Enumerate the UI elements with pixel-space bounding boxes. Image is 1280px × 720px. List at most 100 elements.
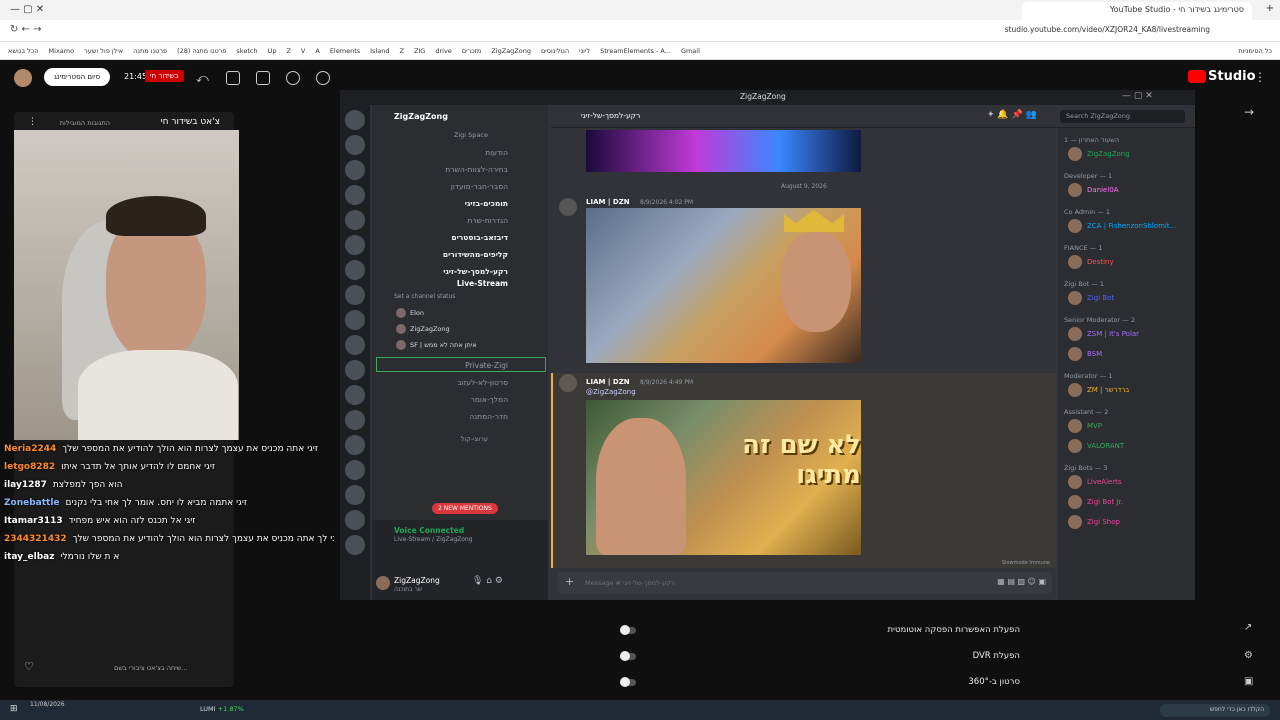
bookmark-item[interactable]: ליוני	[579, 47, 590, 55]
avatar[interactable]	[1068, 327, 1082, 341]
toggle[interactable]	[620, 677, 636, 687]
member-item[interactable]: Daniel0A	[1058, 180, 1195, 200]
server-icon[interactable]	[345, 260, 365, 280]
thumbnail-image[interactable]	[586, 208, 861, 363]
bookmark-item[interactable]: ZigZagZong	[491, 47, 531, 55]
bookmark-item[interactable]: Elements	[330, 47, 360, 55]
member-item[interactable]: BSM	[1058, 344, 1195, 364]
channel-item[interactable]: בחירה-לצוות-השרת	[372, 161, 548, 178]
bookmark-item[interactable]: פרטנו מתנה	[133, 47, 167, 55]
server-icon[interactable]	[345, 435, 365, 455]
member-item[interactable]: VALORANT	[1058, 436, 1195, 456]
bookmark-item[interactable]: StreamElements - A...	[600, 47, 671, 55]
category-label[interactable]: ערוצי-קול	[372, 431, 548, 448]
channel-item[interactable]: קליפים-מהשידורים	[372, 246, 548, 263]
voice-status[interactable]: Set a channel status	[394, 293, 455, 300]
expand-icon[interactable]: ↗	[1244, 622, 1252, 633]
avatar[interactable]	[1068, 439, 1082, 453]
settings-icon[interactable]	[286, 71, 300, 85]
avatar[interactable]	[1068, 255, 1082, 269]
avatar[interactable]	[376, 576, 390, 590]
member-item[interactable]: MVP	[1058, 416, 1195, 436]
toggle[interactable]	[620, 651, 636, 661]
avatar[interactable]	[14, 69, 32, 87]
gear-icon[interactable]: ⚙	[1244, 650, 1253, 661]
heart-icon[interactable]: ♡	[24, 660, 34, 673]
bookmark-item[interactable]: מזכרים	[462, 47, 482, 55]
member-item[interactable]: Zigi Shop	[1058, 512, 1195, 532]
chat-input[interactable]: שיחה בצ'אט ציבורי בשם...	[114, 664, 188, 672]
avatar[interactable]	[559, 198, 577, 216]
member-item[interactable]: Zigi Bot	[1058, 288, 1195, 308]
channel-item[interactable]: המלך-אומר	[372, 391, 548, 408]
bookmark-item[interactable]: V	[301, 47, 305, 55]
bookmark-item[interactable]: Gmail	[681, 47, 700, 55]
channel-item[interactable]: דיבזאב-בוסטרים	[372, 229, 548, 246]
bookmark-item[interactable]: Mixamo	[49, 47, 75, 55]
share-icon[interactable]: ⤺	[196, 71, 209, 86]
nav-arrows-icon[interactable]: ↻ ← →	[10, 24, 42, 35]
avatar[interactable]	[1068, 495, 1082, 509]
channel-item[interactable]: סרטון-לא-לעזוב	[372, 374, 548, 391]
server-icon[interactable]	[345, 310, 365, 330]
avatar[interactable]	[1068, 515, 1082, 529]
bookmark-item[interactable]: הכל בנושא	[8, 47, 39, 55]
server-name[interactable]: ZigZagZong	[394, 112, 448, 121]
server-icon[interactable]	[345, 485, 365, 505]
avatar[interactable]	[1068, 291, 1082, 305]
server-icon[interactable]	[345, 110, 365, 130]
chat-header[interactable]: צ'אט בשידור חי	[161, 117, 220, 127]
message-input[interactable]: + Message # רקע-למסך-של-זיגי ▦ ▤ ▧ ☺ ▣	[557, 572, 1052, 594]
avatar[interactable]	[1068, 475, 1082, 489]
chat-menu-icon[interactable]: ⋮	[28, 117, 37, 127]
bookmark-item[interactable]: A	[315, 47, 319, 55]
avatar[interactable]	[1068, 419, 1082, 433]
avatar[interactable]	[1068, 183, 1082, 197]
top-comments[interactable]: התגובות המובילות	[60, 119, 110, 127]
member-item[interactable]: ZCA | FishenzonShlomit...	[1058, 216, 1195, 236]
voice-member[interactable]: Elon	[396, 305, 546, 321]
server-icon[interactable]	[345, 360, 365, 380]
thumbnail-image[interactable]: לא שם זה מתיגו	[586, 400, 861, 555]
server-icon[interactable]	[345, 160, 365, 180]
calendar-icon[interactable]	[256, 71, 270, 85]
bookmark-item[interactable]: הנולינוסים	[541, 47, 569, 55]
member-item[interactable]: LiveAlerts	[1058, 472, 1195, 492]
bookmark-icon[interactable]	[226, 71, 240, 85]
plus-icon[interactable]: +	[565, 575, 574, 588]
new-tab-icon[interactable]: +	[1266, 3, 1274, 14]
bookmark-item[interactable]: (28) פרטנו מתנה	[177, 47, 226, 55]
menu-icon[interactable]: ⋮	[1254, 70, 1266, 84]
bookmark-item[interactable]: אילן פול ושער	[84, 47, 123, 55]
voice-connected-sub[interactable]: Live-Stream / ZigZagZong	[394, 536, 473, 543]
category-label[interactable]: Zigi Space	[372, 127, 548, 144]
voice-member[interactable]: SF | איתן אתה לא ממש	[396, 337, 546, 353]
search-input[interactable]: Search ZigZagZong	[1060, 110, 1185, 123]
feedback-icon[interactable]: ▣	[1244, 676, 1253, 687]
bookmark-item[interactable]: Z	[286, 47, 290, 55]
url-field[interactable]: studio.youtube.com/video/XZJOR24_KA8/liv…	[1005, 25, 1210, 34]
server-icon[interactable]	[345, 385, 365, 405]
toggle[interactable]	[620, 625, 636, 635]
channel-item[interactable]: תומכים-בזיגי	[372, 195, 548, 212]
server-icon[interactable]	[345, 185, 365, 205]
active-tab[interactable]: סטרימינג בשידור חי - YouTube Studio	[1022, 2, 1252, 20]
member-item[interactable]: Destiny	[1058, 252, 1195, 272]
member-item[interactable]: ZM | ברדרשר	[1058, 380, 1195, 400]
channel-item[interactable]: הגדרות-שרת	[372, 212, 548, 229]
member-item[interactable]: ZSM | It's Polar	[1058, 324, 1195, 344]
window-controls-icon[interactable]: — ▢ ✕	[1122, 91, 1153, 101]
bookmark-item[interactable]: Island	[370, 47, 389, 55]
message-author[interactable]: LIAM | DZN	[586, 378, 630, 386]
member-item[interactable]: ZigZagZong	[1058, 144, 1195, 164]
server-icon[interactable]	[345, 410, 365, 430]
avatar[interactable]	[1068, 147, 1082, 161]
avatar[interactable]	[1068, 347, 1082, 361]
bookmark-item[interactable]: drive	[435, 47, 451, 55]
help-icon[interactable]	[316, 71, 330, 85]
server-icon[interactable]	[345, 510, 365, 530]
server-icon[interactable]	[345, 535, 365, 555]
mic-icon[interactable]: 🎙 ⌂ ⚙	[472, 576, 503, 586]
server-icon[interactable]	[345, 235, 365, 255]
window-controls-icon[interactable]: — ▢ ✕	[10, 4, 44, 15]
